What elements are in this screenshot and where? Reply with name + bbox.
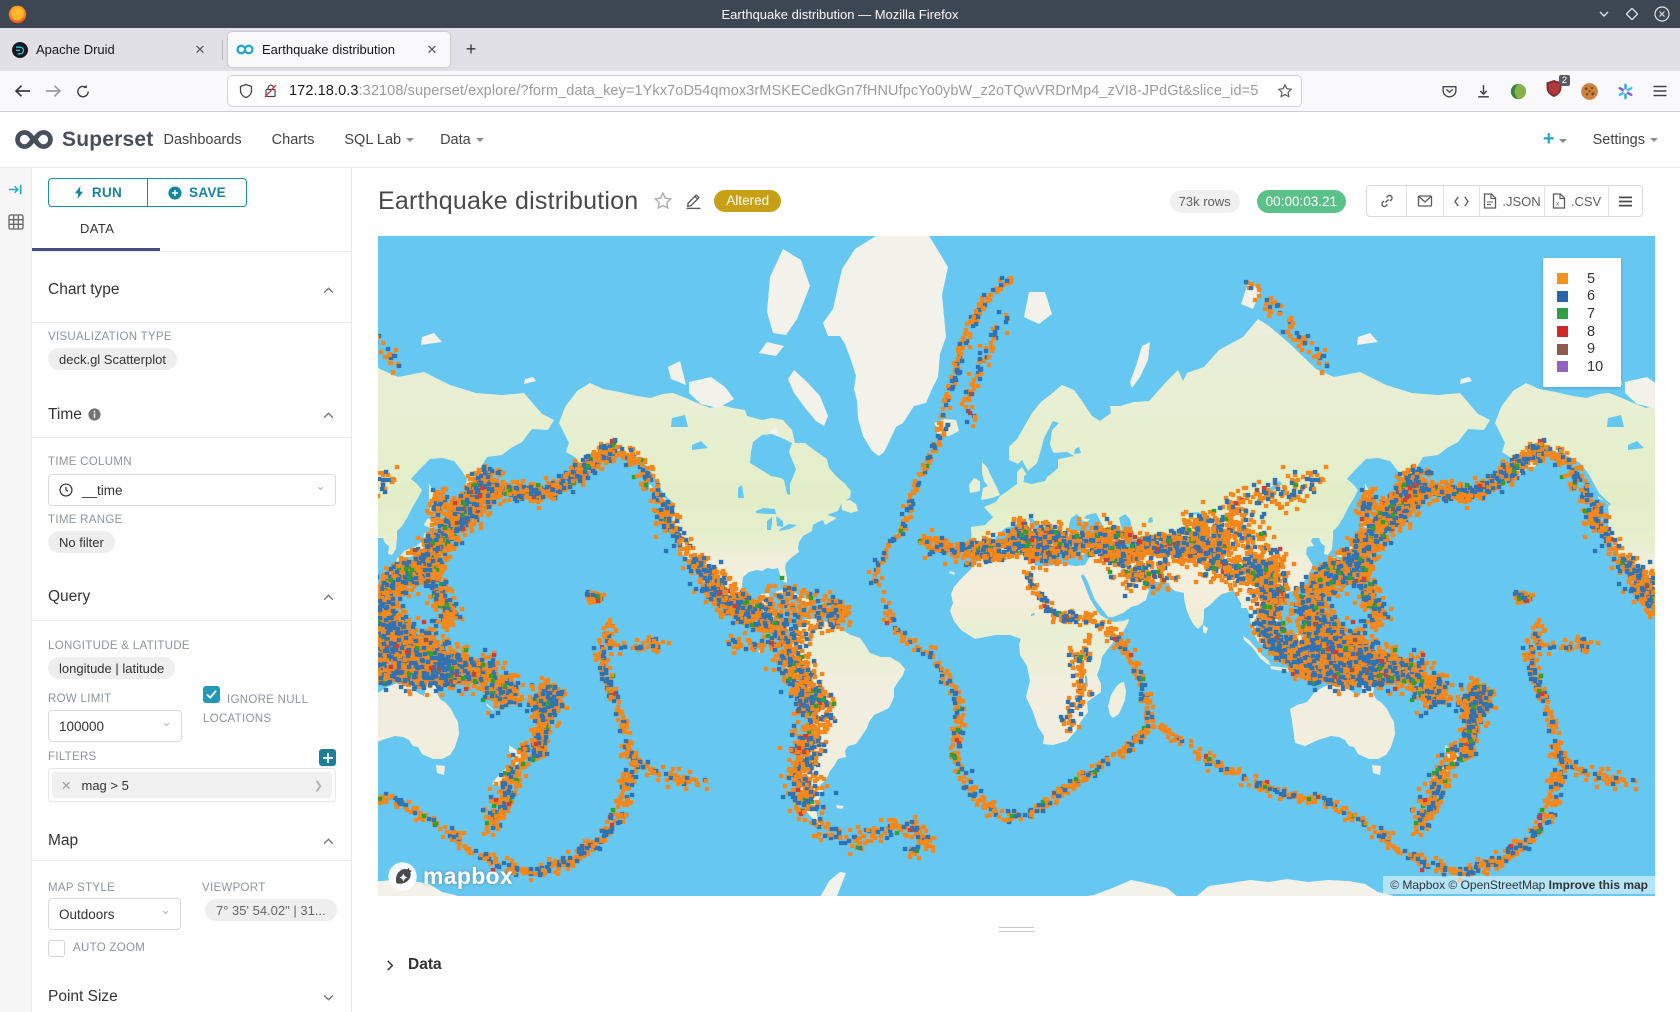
svg-text:x: x	[1556, 201, 1560, 208]
